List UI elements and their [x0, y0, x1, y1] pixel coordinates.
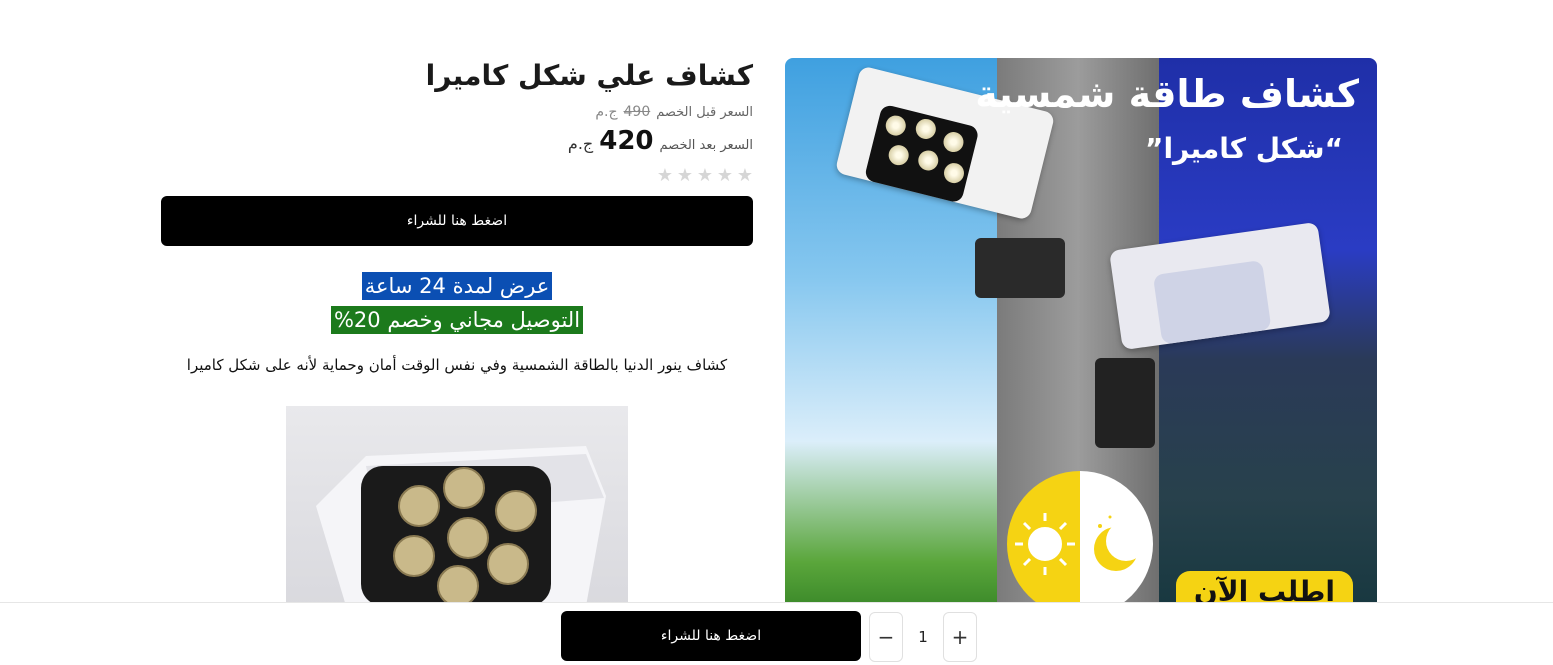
new-price: 420 — [599, 126, 654, 156]
star-icon: ★ — [656, 165, 673, 186]
quantity-increase-button[interactable]: + — [943, 612, 977, 662]
new-price-row: السعر بعد الخصم 420 ج.م — [161, 126, 753, 156]
quantity-value[interactable]: 1 — [903, 612, 943, 662]
quantity-decrease-button[interactable]: − — [869, 612, 903, 662]
camera-mount-night — [1095, 358, 1155, 448]
star-icon: ★ — [696, 165, 713, 186]
product-title: كشاف علي شكل كاميرا — [425, 59, 754, 92]
description-image — [286, 406, 628, 606]
promo-shipping-text: التوصيل مجاني وخصم 20% — [330, 306, 584, 334]
promo-offer-text: عرض لمدة 24 ساعة — [361, 272, 553, 300]
star-icon: ★ — [736, 165, 753, 186]
old-price: 490 — [623, 104, 651, 120]
sticky-purchase-bar: اضغط هنا للشراء − 1 + — [0, 602, 1553, 665]
old-price-row: السعر قبل الخصم 490 ج.م — [161, 104, 753, 120]
old-price-currency: ج.م — [595, 104, 618, 120]
rating-stars[interactable]: ★ ★ ★ ★ ★ — [161, 165, 753, 186]
sticky-buy-button[interactable]: اضغط هنا للشراء — [561, 611, 861, 661]
buy-button[interactable]: اضغط هنا للشراء — [161, 196, 753, 246]
hero-subtitle: “شكل كاميرا” — [1145, 132, 1343, 165]
new-price-currency: ج.م — [567, 134, 594, 153]
day-night-icon — [1007, 471, 1153, 606]
moon-icon — [1080, 471, 1153, 606]
star-icon: ★ — [716, 165, 733, 186]
hero-title: كشاف طاقة شمسية — [975, 72, 1359, 116]
old-price-label: السعر قبل الخصم — [656, 105, 753, 120]
sun-icon — [1007, 471, 1080, 606]
product-hero-image[interactable]: كشاف طاقة شمسية “شكل كاميرا” اطلب الآن — [785, 58, 1377, 606]
product-description: كشاف ينور الدنيا بالطاقة الشمسية وفي نفس… — [186, 356, 728, 374]
product-info: كشاف علي شكل كاميرا السعر قبل الخصم 490 … — [161, 58, 754, 374]
promo-block: عرض لمدة 24 ساعة التوصيل مجاني وخصم 20% — [161, 272, 753, 334]
order-now-badge: اطلب الآن — [1175, 571, 1353, 606]
star-icon: ★ — [676, 165, 693, 186]
camera-mount-day — [975, 238, 1065, 298]
new-price-label: السعر بعد الخصم — [659, 138, 753, 153]
